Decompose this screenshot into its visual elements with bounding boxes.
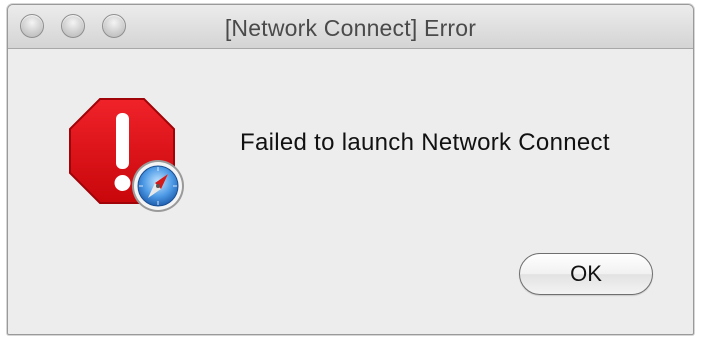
exclamation-bar (116, 113, 129, 169)
window-title: [Network Connect] Error (224, 15, 477, 41)
ok-button[interactable]: OK (519, 253, 653, 295)
error-message: Failed to launch Network Connect (240, 129, 610, 156)
exclamation-dot (114, 175, 131, 191)
safari-badge-icon (132, 160, 184, 212)
stop-sign-alert-icon (69, 98, 184, 212)
title-bar: [Network Connect] Error (8, 5, 693, 49)
error-dialog-window: [Network Connect] Error Failed to launch… (7, 4, 694, 335)
